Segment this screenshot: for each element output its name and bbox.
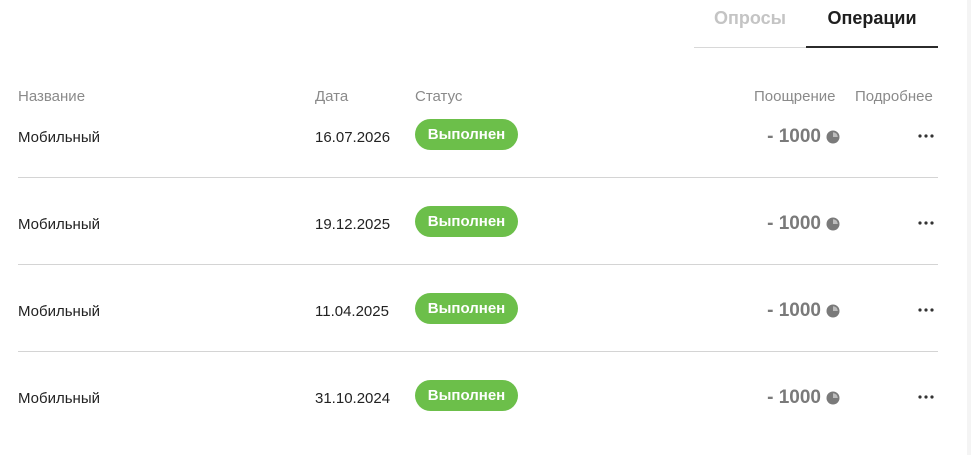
coin-icon (826, 304, 840, 318)
more-options-button[interactable] (916, 387, 936, 407)
reward-amount-cell: - 1000 (760, 387, 840, 409)
table-row: Мобильный 19.12.2025 Выполнен - 1000 (0, 206, 971, 303)
coin-icon (826, 217, 840, 231)
scrollbar-track[interactable] (967, 0, 971, 455)
coin-icon (826, 391, 840, 405)
table-row: Мобильный 16.07.2026 Выполнен - 1000 (0, 119, 971, 216)
tab-bar: Опросы Операции (694, 0, 938, 49)
operation-date: 16.07.2026 (315, 129, 391, 146)
coin-icon (826, 130, 840, 144)
column-header-reward: Поощрение (754, 88, 836, 105)
tab-surveys[interactable]: Опросы (694, 0, 806, 48)
row-divider (18, 177, 938, 178)
more-options-button[interactable] (916, 300, 936, 320)
status-badge: Выполнен (415, 119, 518, 150)
reward-amount-cell: - 1000 (760, 300, 840, 322)
column-header-status: Статус (415, 88, 463, 105)
operations-page: Опросы Операции Название Дата Статус Поо… (0, 0, 971, 455)
operation-name: Мобильный (18, 216, 100, 233)
tab-operations[interactable]: Операции (806, 0, 938, 48)
row-divider (18, 351, 938, 352)
operation-date: 19.12.2025 (315, 216, 391, 233)
operation-date: 31.10.2024 (315, 390, 391, 407)
status-badge: Выполнен (415, 293, 518, 324)
more-options-button[interactable] (916, 126, 936, 146)
column-header-date: Дата (315, 88, 349, 105)
status-badge: Выполнен (415, 206, 518, 237)
table-row: Мобильный 11.04.2025 Выполнен - 1000 (0, 293, 971, 390)
table-row: Мобильный 31.10.2024 Выполнен - 1000 (0, 380, 971, 455)
operation-date: 11.04.2025 (315, 303, 389, 320)
reward-amount: - 1000 (767, 126, 821, 147)
more-horizontal-icon (918, 221, 934, 225)
more-horizontal-icon (918, 134, 934, 138)
column-header-details: Подробнее (855, 88, 933, 105)
column-header-name: Название (18, 88, 86, 105)
operation-name: Мобильный (18, 303, 100, 320)
reward-amount: - 1000 (767, 300, 821, 321)
status-badge: Выполнен (415, 380, 518, 411)
reward-amount-cell: - 1000 (760, 213, 840, 235)
reward-amount-cell: - 1000 (760, 126, 840, 148)
more-horizontal-icon (918, 308, 934, 312)
row-divider (18, 264, 938, 265)
table-header: Название Дата Статус Поощрение Подробнее (0, 88, 971, 106)
reward-amount: - 1000 (767, 213, 821, 234)
operation-name: Мобильный (18, 390, 100, 407)
more-options-button[interactable] (916, 213, 936, 233)
more-horizontal-icon (918, 395, 934, 399)
operation-name: Мобильный (18, 129, 100, 146)
reward-amount: - 1000 (767, 387, 821, 408)
